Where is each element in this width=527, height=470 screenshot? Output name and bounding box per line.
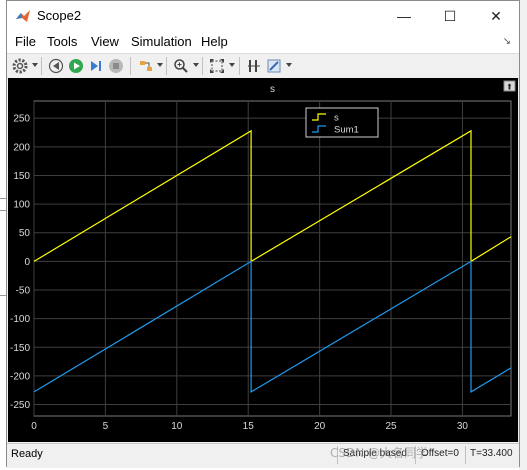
undock-icon: ⬆: [506, 83, 513, 92]
background-app-right: [519, 0, 527, 470]
minimize-icon: —: [397, 8, 411, 24]
menu-tools[interactable]: Tools: [47, 34, 77, 49]
scope-chart[interactable]: s ⬆ 0 5 10 15 20 25 30 250 200 150 100 50 0 -50 -100 -150…: [8, 78, 518, 442]
x-tick-label: 30: [457, 421, 469, 432]
menu-file[interactable]: File: [15, 34, 36, 49]
fit-to-view-button[interactable]: [208, 57, 226, 75]
status-divider: [465, 446, 466, 464]
fit-dropdown-icon[interactable]: [229, 63, 235, 67]
plot-title: s: [270, 84, 275, 95]
y-tick-label: 0: [24, 257, 30, 268]
settings-dropdown-icon[interactable]: [32, 63, 38, 67]
minimize-button[interactable]: —: [381, 1, 427, 31]
x-tick-label: 10: [171, 421, 183, 432]
menu-bar: File Tools View Simulation Help ↘: [7, 31, 519, 53]
status-bar: Ready Sample based Offset=0 T=33.400: [7, 443, 519, 468]
step-forward-icon: [91, 61, 101, 71]
maximize-icon: ☐: [443, 7, 457, 24]
window-title: Scope2: [37, 8, 82, 23]
step-back-button[interactable]: [47, 57, 65, 75]
y-tick-label: 150: [13, 171, 30, 182]
step-forward-button[interactable]: [87, 57, 105, 75]
stop-icon: [109, 59, 123, 73]
style-icon: [267, 59, 281, 73]
y-tick-label: 50: [19, 228, 31, 239]
menu-help[interactable]: Help: [201, 34, 228, 49]
run-button[interactable]: [67, 57, 85, 75]
highlight-dropdown-icon[interactable]: [157, 63, 163, 67]
y-tick-label: -100: [10, 314, 30, 325]
toolbar-separator: [202, 57, 203, 75]
run-icon: [69, 59, 83, 73]
y-tick-label: -150: [10, 343, 30, 354]
x-tick-label: 25: [385, 421, 397, 432]
toolbar: [7, 53, 519, 79]
cursor-measure-icon: [248, 60, 260, 72]
legend-label: s: [334, 113, 339, 124]
scope-plot-area[interactable]: s ⬆ 0 5 10 15 20 25 30 250 200 150 100 50 0 -50 -100 -150…: [8, 78, 518, 442]
toolbar-separator: [166, 57, 167, 75]
gear-icon: [12, 58, 28, 74]
status-ready: Ready: [11, 448, 43, 460]
y-tick-label: -50: [16, 286, 31, 297]
stop-button[interactable]: [107, 57, 125, 75]
rewind-icon: [48, 58, 64, 74]
y-tick-label: -250: [10, 400, 30, 411]
legend-label: Sum1: [334, 125, 359, 136]
status-time: T=33.400: [470, 448, 513, 459]
style-dropdown-icon[interactable]: [286, 63, 292, 67]
settings-button[interactable]: [11, 57, 29, 75]
y-tick-label: 200: [13, 142, 30, 153]
x-tick-label: 5: [103, 421, 109, 432]
close-button[interactable]: ✕: [473, 1, 519, 31]
zoom-dropdown-icon[interactable]: [193, 63, 199, 67]
zoom-button[interactable]: [172, 57, 190, 75]
y-tick-label: 250: [13, 114, 30, 125]
watermark: CSDN @大名同学: [330, 446, 429, 460]
maximize-button[interactable]: ☐: [427, 1, 473, 31]
zoom-icon: [174, 59, 188, 73]
y-tick-label: 100: [13, 200, 30, 211]
style-button[interactable]: [265, 57, 283, 75]
matlab-icon: [16, 10, 30, 22]
scope-window: Scope2 — ☐ ✕ File Tools View Simulation …: [6, 0, 520, 468]
toolbar-separator: [239, 57, 240, 75]
menu-simulation[interactable]: Simulation: [131, 34, 192, 49]
x-tick-label: 20: [314, 421, 326, 432]
x-tick-label: 15: [243, 421, 255, 432]
close-icon: ✕: [490, 7, 502, 24]
highlight-icon: [140, 61, 152, 71]
title-bar[interactable]: Scope2 — ☐ ✕: [7, 1, 519, 31]
fit-to-view-icon: [210, 59, 224, 73]
menu-view[interactable]: View: [91, 34, 119, 49]
y-tick-label: -200: [10, 371, 30, 382]
toolbar-separator: [41, 57, 42, 75]
cursor-measure-button[interactable]: [245, 57, 263, 75]
dock-arrow-icon[interactable]: ↘: [503, 36, 511, 47]
toolbar-separator: [130, 57, 131, 75]
highlight-button[interactable]: [137, 57, 155, 75]
x-tick-label: 0: [31, 421, 37, 432]
